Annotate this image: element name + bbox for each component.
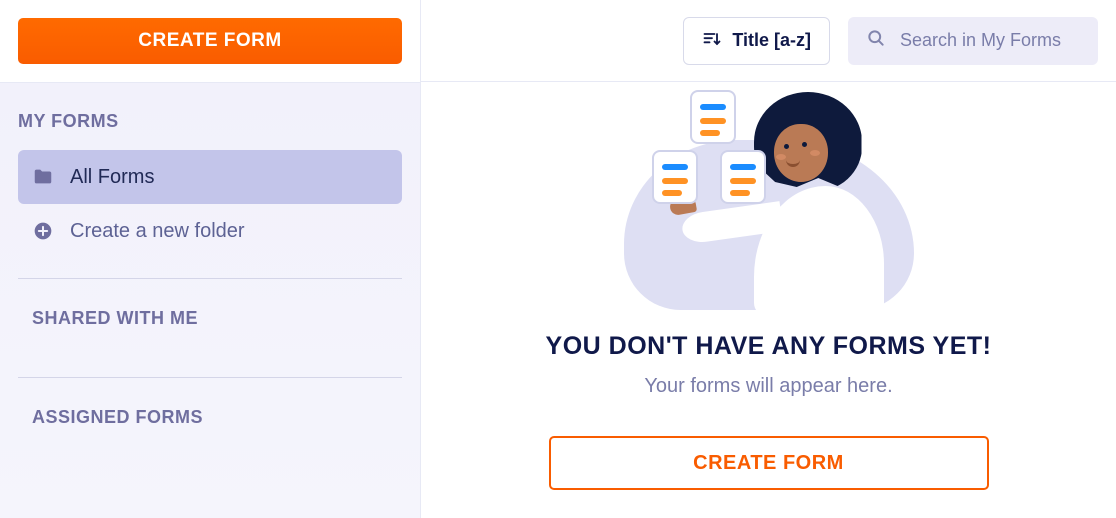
empty-illustration [624,90,914,310]
app-root: CREATE FORM MY FORMS All Forms Create a … [0,0,1116,518]
search-input[interactable] [900,30,1080,51]
create-form-button[interactable]: CREATE FORM [18,18,402,64]
sidebar-item-label: Create a new folder [70,220,245,243]
sort-icon [702,29,722,52]
sort-button[interactable]: Title [a-z] [683,17,830,65]
search-wrap[interactable] [848,17,1098,65]
sort-label: Title [a-z] [732,30,811,51]
section-shared-with-me[interactable]: SHARED WITH ME [18,279,402,357]
section-label-assigned: ASSIGNED FORMS [32,407,203,428]
sidebar-item-create-folder[interactable]: Create a new folder [18,204,402,258]
empty-title: YOU DON'T HAVE ANY FORMS YET! [546,332,992,361]
sidebar-top: CREATE FORM [0,0,420,83]
sidebar-item-all-forms[interactable]: All Forms [18,150,402,204]
sidebar-scroll[interactable]: MY FORMS All Forms Create a new folder S… [0,83,420,518]
search-icon [866,28,886,53]
empty-subtitle: Your forms will appear here. [644,375,892,398]
scroll-spacer [18,456,402,518]
section-label-shared: SHARED WITH ME [32,308,198,329]
document-icon [720,150,766,204]
section-label-my-forms: MY FORMS [18,83,402,150]
plus-circle-icon [32,220,54,242]
main: Title [a-z] [420,0,1116,518]
sidebar-item-label: All Forms [70,166,154,189]
document-icon [652,150,698,204]
topbar: Title [a-z] [421,0,1116,82]
document-icon [690,90,736,144]
sidebar: CREATE FORM MY FORMS All Forms Create a … [0,0,420,518]
empty-create-form-button[interactable]: CREATE FORM [549,436,989,490]
section-assigned-forms[interactable]: ASSIGNED FORMS [18,378,402,456]
empty-state: YOU DON'T HAVE ANY FORMS YET! Your forms… [421,82,1116,518]
folder-icon [32,166,54,188]
